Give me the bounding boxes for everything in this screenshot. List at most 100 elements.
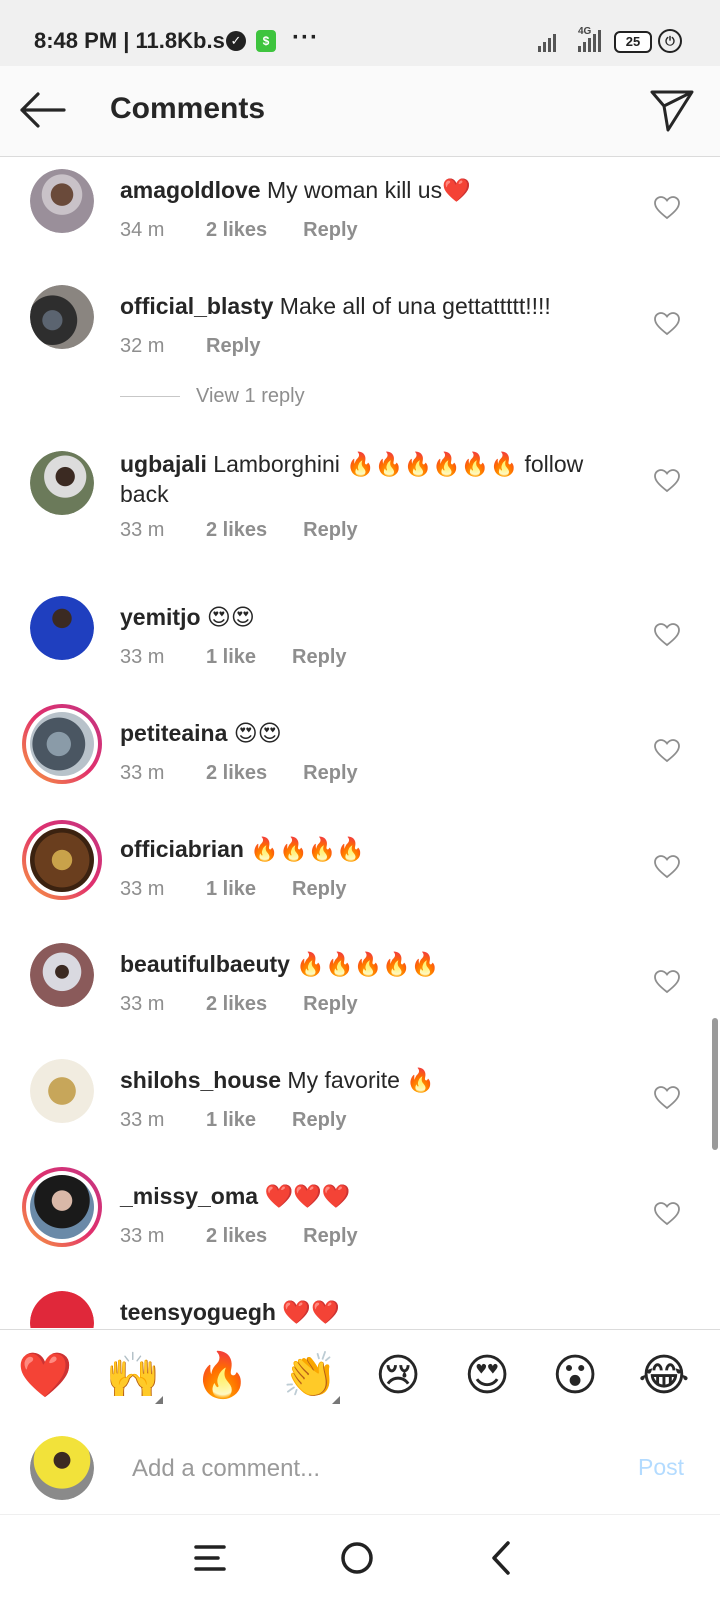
comment-username[interactable]: officiabrian <box>120 836 244 862</box>
comment-text: _missy_oma ❤️❤️❤️ <box>120 1181 620 1211</box>
comment-likes[interactable]: 2 likes <box>206 519 267 542</box>
comment-time: 33 m <box>120 519 165 541</box>
emoji-surprised-button[interactable]: 😮 <box>543 1344 607 1408</box>
page-title: Comments <box>110 92 266 125</box>
comment-text: shilohs_house My favorite 🔥 <box>120 1065 620 1095</box>
comments-list[interactable]: amagoldlove My woman kill us❤️ 34 m 2 li… <box>0 157 720 1328</box>
add-comment-input[interactable] <box>130 1450 604 1488</box>
comment-likes[interactable]: 1 like <box>206 646 256 669</box>
comment-likes[interactable]: 2 likes <box>206 1225 267 1248</box>
check-icon: ✓ <box>226 31 246 51</box>
recent-apps-menu-icon[interactable] <box>188 1535 234 1581</box>
avatar[interactable] <box>30 285 94 349</box>
signal-icon <box>538 30 556 52</box>
comment-username[interactable]: official_blasty <box>120 293 273 319</box>
comment-username[interactable]: petiteaina <box>120 720 227 746</box>
comment-text: ugbajali Lamborghini 🔥🔥🔥🔥🔥🔥 follow back <box>120 449 620 509</box>
comment-time: 34 m <box>120 219 165 241</box>
reply-button[interactable]: Reply <box>303 762 357 785</box>
reply-button[interactable]: Reply <box>292 646 346 669</box>
comment-time: 33 m <box>120 762 165 784</box>
reply-button[interactable]: Reply <box>292 1109 346 1132</box>
like-heart-icon[interactable] <box>654 855 680 879</box>
comment-body: 🔥🔥🔥🔥 <box>243 836 365 862</box>
comment-likes[interactable]: 1 like <box>206 878 256 901</box>
comment-text: amagoldlove My woman kill us❤️ <box>120 175 620 205</box>
like-heart-icon[interactable] <box>654 623 680 647</box>
emoji-fire-button[interactable]: 🔥 <box>190 1344 254 1408</box>
avatar[interactable] <box>30 1291 94 1328</box>
comment-time: 33 m <box>120 1109 165 1131</box>
like-heart-icon[interactable] <box>654 1086 680 1110</box>
comment-meta: 33 m 1 like Reply <box>120 646 347 669</box>
back-arrow-icon[interactable] <box>18 88 68 132</box>
comment-likes[interactable]: 2 likes <box>206 993 267 1016</box>
like-heart-icon[interactable] <box>654 1202 680 1226</box>
avatar[interactable] <box>30 451 94 515</box>
comment-time: 33 m <box>120 878 165 900</box>
comment-meta: 33 m 2 likes Reply <box>120 519 358 542</box>
comment-meta: 33 m 2 likes Reply <box>120 993 358 1016</box>
comment-username[interactable]: ugbajali <box>120 451 207 477</box>
scrollbar-thumb[interactable] <box>712 1018 718 1150</box>
comment-body: 😍😍 <box>200 604 255 630</box>
like-heart-icon[interactable] <box>654 196 680 220</box>
reply-button[interactable]: Reply <box>292 878 346 901</box>
emoji-raised-hands-button[interactable]: 🙌 <box>101 1344 165 1408</box>
comment-username[interactable]: yemitjo <box>120 604 201 630</box>
emoji-laughing-button[interactable]: 😂 <box>632 1344 696 1408</box>
like-heart-icon[interactable] <box>654 469 680 493</box>
comment-text: beautifulbaeuty 🔥🔥🔥🔥🔥 <box>120 949 620 979</box>
comment-likes[interactable]: 1 like <box>206 1109 256 1132</box>
reply-button[interactable]: Reply <box>303 219 357 242</box>
comment-meta: 33 m 2 likes Reply <box>120 762 358 785</box>
avatar-story-ring[interactable] <box>22 704 102 784</box>
comment-username[interactable]: teensyoguegh <box>120 1299 276 1325</box>
comment-text: petiteaina 😍😍 <box>120 718 620 748</box>
avatar[interactable] <box>30 1059 94 1123</box>
emoji-heart-button[interactable]: ❤️ <box>13 1344 77 1408</box>
view-replies-label: View 1 reply <box>196 385 305 407</box>
comment-body: 🔥🔥🔥🔥🔥 <box>289 951 440 977</box>
emoji-clap-button[interactable]: 👏 <box>278 1344 342 1408</box>
signal-icon-2 <box>578 30 601 52</box>
avatar[interactable] <box>30 596 94 660</box>
reply-button[interactable]: Reply <box>303 1225 357 1248</box>
comment-meta: 33 m 1 like Reply <box>120 878 347 901</box>
comment-username[interactable]: amagoldlove <box>120 177 261 203</box>
direct-message-icon[interactable] <box>648 86 696 134</box>
avatar-story-ring[interactable] <box>22 820 102 900</box>
comment-likes[interactable]: 2 likes <box>206 219 267 242</box>
comment-text: officiabrian 🔥🔥🔥🔥 <box>120 834 620 864</box>
reply-button[interactable]: Reply <box>206 335 260 358</box>
home-circle-icon[interactable] <box>334 1535 380 1581</box>
like-heart-icon[interactable] <box>654 312 680 336</box>
like-heart-icon[interactable] <box>654 739 680 763</box>
system-navigation-bar <box>0 1515 720 1600</box>
comment-username[interactable]: _missy_oma <box>120 1183 258 1209</box>
status-bar: 8:48 PM | 11.8Kb.s ✓ $ ··· 4G 25 ⏻ <box>0 0 720 66</box>
comment-meta: 33 m 2 likes Reply <box>120 1225 358 1248</box>
emoji-heart-eyes-button[interactable]: 😍 <box>455 1344 519 1408</box>
battery-icon: 25 <box>614 31 652 53</box>
avatar[interactable] <box>30 943 94 1007</box>
more-notifications-icon: ··· <box>292 24 319 51</box>
like-heart-icon[interactable] <box>654 970 680 994</box>
avatar-story-ring[interactable] <box>22 1167 102 1247</box>
comment-time: 33 m <box>120 646 165 668</box>
view-replies-link[interactable]: View 1 reply <box>120 385 305 408</box>
comment-body: Make all of una gettattttt!!!! <box>273 293 551 319</box>
comment-time: 33 m <box>120 1225 165 1247</box>
reply-button[interactable]: Reply <box>303 993 357 1016</box>
comment-meta: 32 m Reply <box>120 335 260 358</box>
emoji-crying-button[interactable]: 😢 <box>366 1344 430 1408</box>
back-chevron-icon[interactable] <box>480 1535 526 1581</box>
power-icon: ⏻ <box>658 29 682 53</box>
comment-username[interactable]: shilohs_house <box>120 1067 281 1093</box>
reply-button[interactable]: Reply <box>303 519 357 542</box>
post-button[interactable]: Post <box>638 1454 684 1481</box>
comment-username[interactable]: beautifulbaeuty <box>120 951 290 977</box>
skin-tone-indicator-icon <box>332 1396 340 1404</box>
avatar[interactable] <box>30 169 94 233</box>
comment-likes[interactable]: 2 likes <box>206 762 267 785</box>
